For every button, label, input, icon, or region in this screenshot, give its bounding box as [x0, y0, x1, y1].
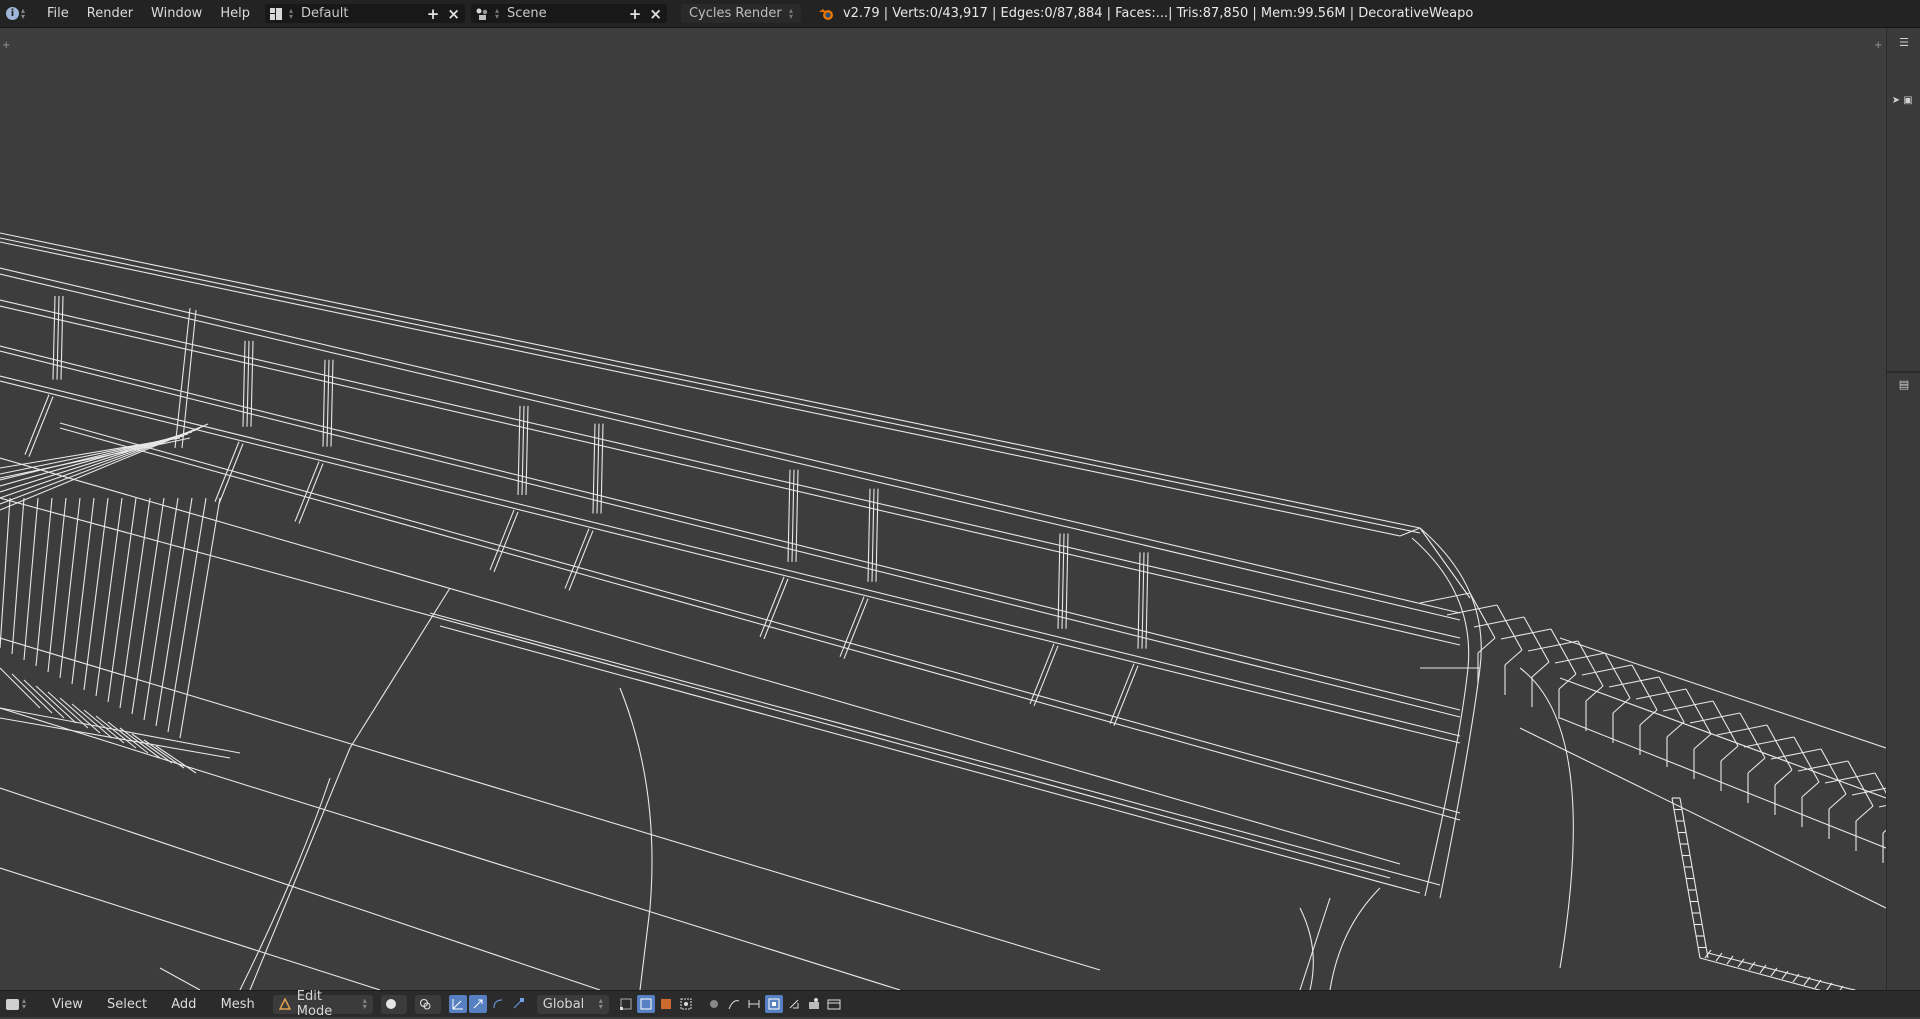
solid-shading-icon [385, 998, 397, 1010]
updown-arrows-icon: ▴ ▾ [494, 5, 499, 21]
info-header: i ▴ ▾ File Render Window Help ▴ ▾ Default … [0, 0, 1920, 28]
3d-view-icon [6, 998, 19, 1010]
menu-file[interactable]: File [38, 6, 78, 21]
scene-icon [476, 7, 489, 20]
face-select-icon[interactable] [657, 995, 675, 1013]
scene-name[interactable]: Scene [507, 6, 621, 21]
screen-layout-name[interactable]: Default [301, 6, 419, 21]
menu-help[interactable]: Help [211, 6, 259, 21]
layout-grid-icon [270, 7, 283, 20]
render-engine-dropdown[interactable]: Cycles Render ▴ ▾ [680, 4, 801, 23]
viewport-shading-dropdown[interactable] [380, 994, 407, 1014]
delete-layout-button[interactable]: × [447, 5, 460, 23]
edge-select-icon[interactable] [636, 995, 655, 1013]
view-menu-bar: View Select Add Mesh [42, 997, 265, 1012]
updown-arrows-icon: ▴ ▾ [21, 5, 26, 21]
3d-viewport[interactable]: + + [0, 28, 1886, 990]
render-image-icon[interactable] [805, 995, 823, 1013]
layer-toggles [617, 995, 697, 1013]
proportional-edit-icon[interactable] [705, 995, 723, 1013]
menu-view[interactable]: View [42, 997, 93, 1012]
updown-arrows-icon: ▴ ▾ [598, 996, 603, 1011]
transform-orientation-dropdown[interactable]: Global ▴ ▾ [536, 994, 609, 1014]
manipulator-toggles [448, 995, 529, 1013]
updown-arrows-icon: ▴ ▾ [788, 5, 793, 21]
occlude-geometry-icon[interactable] [677, 995, 695, 1013]
main-menu: File Render Window Help [38, 6, 259, 21]
pivot-icon [419, 998, 431, 1010]
updown-arrows-icon: ▴ ▾ [288, 5, 293, 21]
region-divider[interactable] [1887, 371, 1920, 373]
stats-text: v2.79 | Verts:0/43,917 | Edges:0/87,884 … [842, 6, 1474, 21]
edit-mode-icon [278, 998, 291, 1010]
screen-layout-field[interactable]: ▴ ▾ Default + × [264, 4, 465, 23]
menu-window[interactable]: Window [142, 6, 211, 21]
delete-scene-button[interactable]: × [649, 5, 662, 23]
rotate-manipulator-icon[interactable] [489, 995, 507, 1013]
translate-manipulator-icon[interactable] [468, 995, 487, 1013]
properties-icon[interactable]: ▤ [1895, 376, 1913, 392]
vertex-select-icon[interactable] [617, 995, 635, 1013]
updown-arrows-icon: ▴ ▾ [22, 996, 27, 1011]
editor-type-selector[interactable]: ▴ ▾ [6, 996, 42, 1011]
menu-render[interactable]: Render [78, 6, 142, 21]
scale-manipulator-icon[interactable] [509, 995, 527, 1013]
add-layout-button[interactable]: + [427, 5, 440, 23]
falloff-icon[interactable] [725, 995, 743, 1013]
proportional-editing-group [705, 995, 845, 1013]
render-engine-label: Cycles Render [688, 6, 782, 21]
orientation-label: Global [542, 996, 585, 1012]
interaction-mode-dropdown[interactable]: Edit Mode ▴ ▾ [272, 989, 373, 1019]
menu-select[interactable]: Select [97, 997, 157, 1012]
3d-view-header: ▴ ▾ View Select Add Mesh Edit Mode ▴ ▾ G… [0, 989, 1920, 1019]
menu-mesh[interactable]: Mesh [211, 997, 265, 1012]
render-animation-icon[interactable] [825, 995, 843, 1013]
right-region-strip: ☰ ➤ ▣ ▤ [1886, 28, 1920, 990]
scene-statistics: v2.79 | Verts:0/43,917 | Edges:0/87,884 … [818, 6, 1474, 21]
camera-icon[interactable]: ▣ [1899, 92, 1917, 108]
add-scene-button[interactable]: + [629, 5, 642, 23]
updown-arrows-icon: ▴ ▾ [362, 996, 367, 1011]
editor-type-selector[interactable]: i ▴ ▾ [6, 4, 38, 24]
mode-label: Edit Mode [296, 989, 333, 1019]
info-icon: i [6, 7, 19, 20]
mesh-wireframe[interactable] [0, 28, 1886, 990]
blender-logo-icon [818, 8, 833, 20]
pivot-point-dropdown[interactable] [414, 994, 441, 1014]
scene-field[interactable]: ▴ ▾ Scene + × [470, 4, 667, 23]
manipulator-toggle-icon[interactable] [448, 995, 467, 1013]
menu-add[interactable]: Add [161, 997, 206, 1012]
snap-target-icon[interactable] [785, 995, 803, 1013]
outliner-icon[interactable]: ☰ [1895, 34, 1913, 50]
snap-element-icon[interactable] [745, 995, 763, 1013]
snap-toggle-icon[interactable] [764, 995, 783, 1013]
